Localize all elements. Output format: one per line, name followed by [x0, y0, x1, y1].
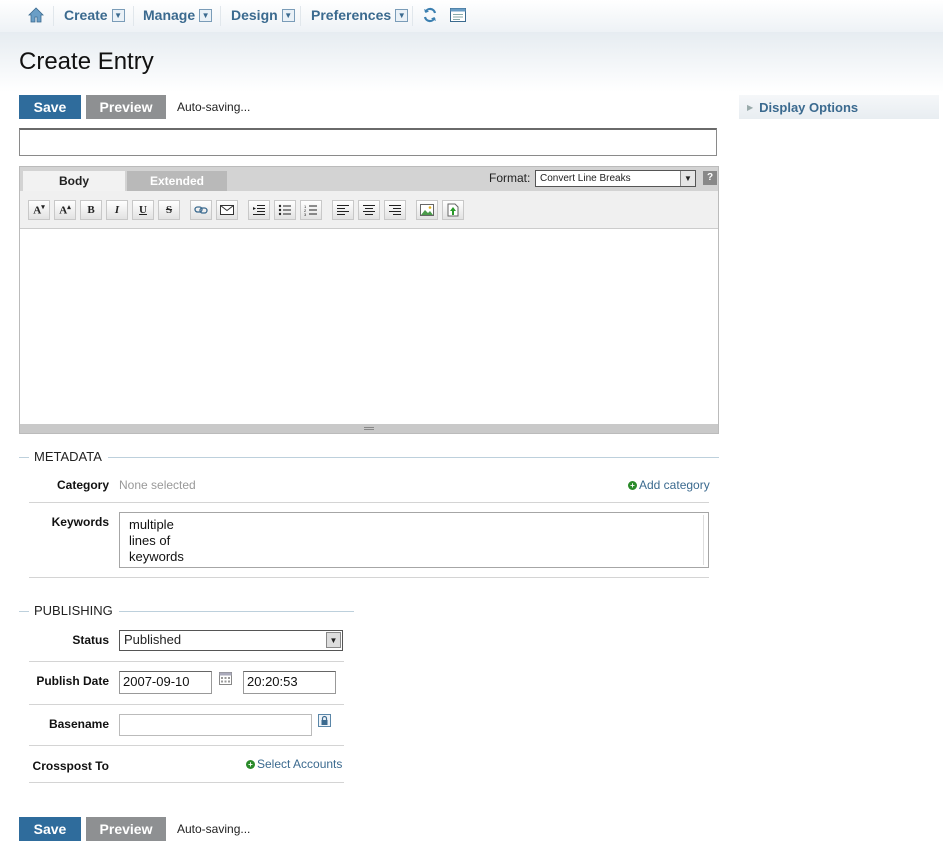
align-center-icon[interactable] — [358, 200, 380, 220]
basename-input[interactable] — [119, 714, 312, 736]
chevron-down-icon[interactable]: ▼ — [111, 8, 125, 22]
help-icon[interactable]: ? — [703, 171, 717, 185]
format-label: Format: — [489, 171, 531, 185]
insert-image-icon[interactable] — [416, 200, 438, 220]
indent-icon[interactable] — [248, 200, 270, 220]
underline-icon[interactable]: U — [132, 200, 154, 220]
crosspost-label: Crosspost To — [32, 759, 109, 773]
calendar-icon[interactable] — [219, 672, 232, 685]
grip-icon — [364, 427, 374, 430]
nav-design[interactable]: Design ▼ — [231, 7, 295, 23]
editor-body-area[interactable] — [20, 230, 718, 424]
metadata-divider — [19, 457, 719, 458]
triangle-right-icon: ▶ — [747, 102, 754, 112]
status-label: Status — [72, 633, 109, 647]
preview-button-bottom[interactable]: Preview — [86, 817, 166, 841]
plus-icon: + — [628, 480, 637, 490]
editor-resize-handle[interactable] — [20, 424, 718, 433]
chevron-down-icon[interactable]: ▼ — [395, 8, 409, 22]
status-select[interactable]: Published ▼ — [119, 630, 343, 651]
nav-preferences[interactable]: Preferences ▼ — [311, 7, 409, 23]
link-icon[interactable] — [190, 200, 212, 220]
page-title: Create Entry — [19, 48, 154, 75]
plus-icon: + — [246, 759, 255, 769]
italic-icon[interactable]: I — [106, 200, 128, 220]
date-input[interactable]: 2007-09-10 — [119, 671, 212, 694]
autosave-status: Auto-saving... — [177, 100, 251, 114]
lock-icon[interactable] — [318, 714, 331, 727]
bullet-list-icon[interactable] — [274, 200, 296, 220]
category-label: Category — [56, 478, 109, 492]
nav-create[interactable]: Create ▼ — [64, 7, 125, 23]
bold-icon[interactable]: B — [80, 200, 102, 220]
metadata-heading: METADATA — [29, 449, 108, 464]
time-input[interactable]: 20:20:53 — [243, 671, 336, 694]
chevron-down-icon: ▼ — [680, 171, 695, 186]
chevron-down-icon[interactable]: ▼ — [199, 8, 213, 22]
align-right-icon[interactable] — [384, 200, 406, 220]
save-button-bottom[interactable]: Save — [19, 817, 81, 841]
add-category-link[interactable]: + Add category — [628, 478, 710, 492]
editor-tabs: Body Extended Format: Convert Line Break… — [20, 167, 718, 191]
tab-extended[interactable]: Extended — [127, 171, 227, 191]
keywords-textarea[interactable]: multiple lines of keywords — [119, 512, 709, 568]
autosave-status-bottom: Auto-saving... — [177, 822, 251, 836]
home-icon[interactable] — [27, 6, 45, 24]
align-left-icon[interactable] — [332, 200, 354, 220]
category-value: None selected — [119, 478, 196, 492]
svg-text:3: 3 — [304, 212, 307, 216]
nav-manage[interactable]: Manage ▼ — [143, 7, 213, 23]
numbered-list-icon[interactable]: 123 — [300, 200, 322, 220]
select-accounts-link[interactable]: + Select Accounts — [246, 757, 342, 771]
display-options-toggle[interactable]: ▶ Display Options — [739, 95, 939, 119]
top-nav: Create ▼ Manage ▼ Design ▼ Preferences ▼ — [0, 0, 943, 32]
basename-label: Basename — [48, 717, 109, 731]
email-link-icon[interactable] — [216, 200, 238, 220]
publish-date-label: Publish Date — [36, 674, 109, 688]
upload-file-icon[interactable] — [442, 200, 464, 220]
window-icon[interactable] — [450, 8, 466, 22]
entry-title-input[interactable] — [19, 128, 717, 156]
font-larger-icon[interactable]: A▴ — [54, 200, 76, 220]
strikethrough-icon[interactable]: S — [158, 200, 180, 220]
font-smaller-icon[interactable]: A▾ — [28, 200, 50, 220]
tab-body[interactable]: Body — [23, 171, 125, 191]
format-select[interactable]: Convert Line Breaks ▼ — [535, 170, 696, 187]
keywords-label: Keywords — [51, 515, 109, 529]
refresh-icon[interactable] — [422, 7, 438, 23]
rich-text-editor: Body Extended Format: Convert Line Break… — [19, 166, 719, 434]
preview-button[interactable]: Preview — [86, 95, 166, 119]
save-button[interactable]: Save — [19, 95, 81, 119]
editor-toolbar: A▾ A▴ B I U S 123 — [20, 191, 718, 229]
publishing-heading: PUBLISHING — [29, 603, 119, 618]
chevron-down-icon: ▼ — [326, 632, 341, 648]
chevron-down-icon[interactable]: ▼ — [281, 8, 295, 22]
